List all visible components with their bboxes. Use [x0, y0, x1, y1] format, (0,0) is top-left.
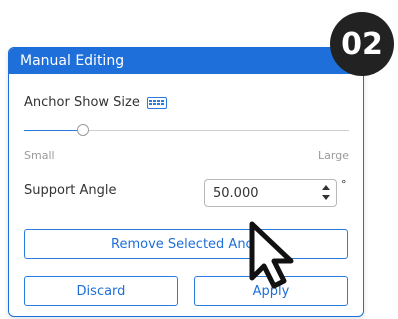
manual-editing-panel: Manual Editing Anchor Show Size Small La…: [8, 47, 364, 317]
slider-fill: [24, 130, 83, 131]
degree-unit: °: [341, 178, 347, 191]
discard-button[interactable]: Discard: [24, 276, 178, 306]
slider-thumb[interactable]: [76, 124, 89, 136]
step-badge: 02: [330, 12, 394, 76]
slider-min-label: Small: [24, 149, 55, 162]
slider-max-label: Large: [318, 149, 349, 162]
pointer-arrow-icon: [249, 221, 294, 289]
anchor-show-size-row: Anchor Show Size: [24, 95, 167, 110]
spin-up-icon[interactable]: [322, 185, 330, 190]
anchor-show-size-label: Anchor Show Size: [24, 95, 140, 110]
spin-down-icon[interactable]: [322, 195, 330, 200]
support-angle-spinbox[interactable]: 50.000: [204, 179, 337, 207]
slider-scale-labels: Small Large: [24, 149, 349, 162]
screenshot-stage: Manual Editing Anchor Show Size Small La…: [0, 0, 398, 319]
keyboard-icon[interactable]: [146, 96, 167, 109]
spin-arrows[interactable]: [322, 183, 330, 203]
support-angle-value[interactable]: 50.000: [213, 186, 259, 201]
panel-title: Manual Editing: [20, 53, 125, 69]
support-angle-label: Support Angle: [24, 183, 117, 198]
panel-header: Manual Editing: [9, 48, 363, 74]
anchor-size-slider[interactable]: [24, 124, 349, 138]
